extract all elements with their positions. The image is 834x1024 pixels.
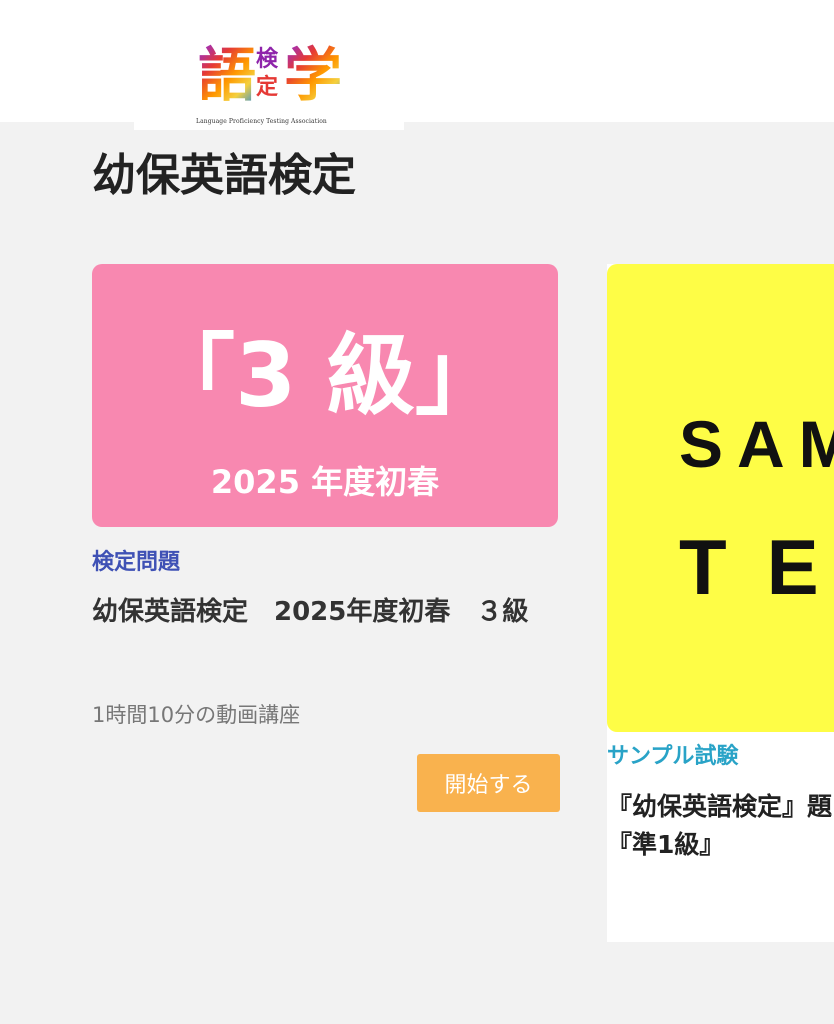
logo-char-ken: 検 [256, 47, 279, 72]
logo-caption: Language Proficiency Testing Association [196, 118, 327, 125]
logo-small-chars: 検 定 [256, 46, 284, 102]
card-category: 検定問題 [92, 550, 181, 575]
page-title: 幼保英語検定 [92, 150, 356, 201]
start-button[interactable]: 開始する [417, 754, 560, 812]
logo-char-gaku: 学 [284, 41, 343, 109]
card-category: サンプル試験 [607, 744, 739, 769]
site-header [0, 0, 834, 122]
thumbnail-grade-text: 「3 級」 [147, 324, 503, 427]
logo-char-go: 語 [198, 41, 257, 109]
thumbnail-sample-line-2: TE [679, 523, 834, 611]
logo-char-tei: 定 [256, 75, 279, 100]
card-thumbnail-grade-3[interactable]: 「3 級」 2025 年度初春 [92, 264, 558, 527]
card-thumbnail-sample[interactable]: SAM TE [607, 264, 834, 732]
card-description: 1時間10分の動画講座 [92, 703, 301, 727]
card-title[interactable]: 『幼保英語検定』題『準1級』 [607, 788, 834, 864]
card-title[interactable]: 幼保英語検定 2025年度初春 ３級 [92, 592, 558, 632]
site-logo[interactable]: 語 検 定 学 Language Proficiency Testing Ass… [134, 40, 404, 130]
sample-test-card[interactable]: SAM TE サンプル試験 『幼保英語検定』題『準1級』 [607, 264, 834, 942]
thumbnail-term-text: 2025 年度初春 [210, 463, 440, 501]
thumbnail-sample-line-1: SAM [679, 407, 834, 481]
